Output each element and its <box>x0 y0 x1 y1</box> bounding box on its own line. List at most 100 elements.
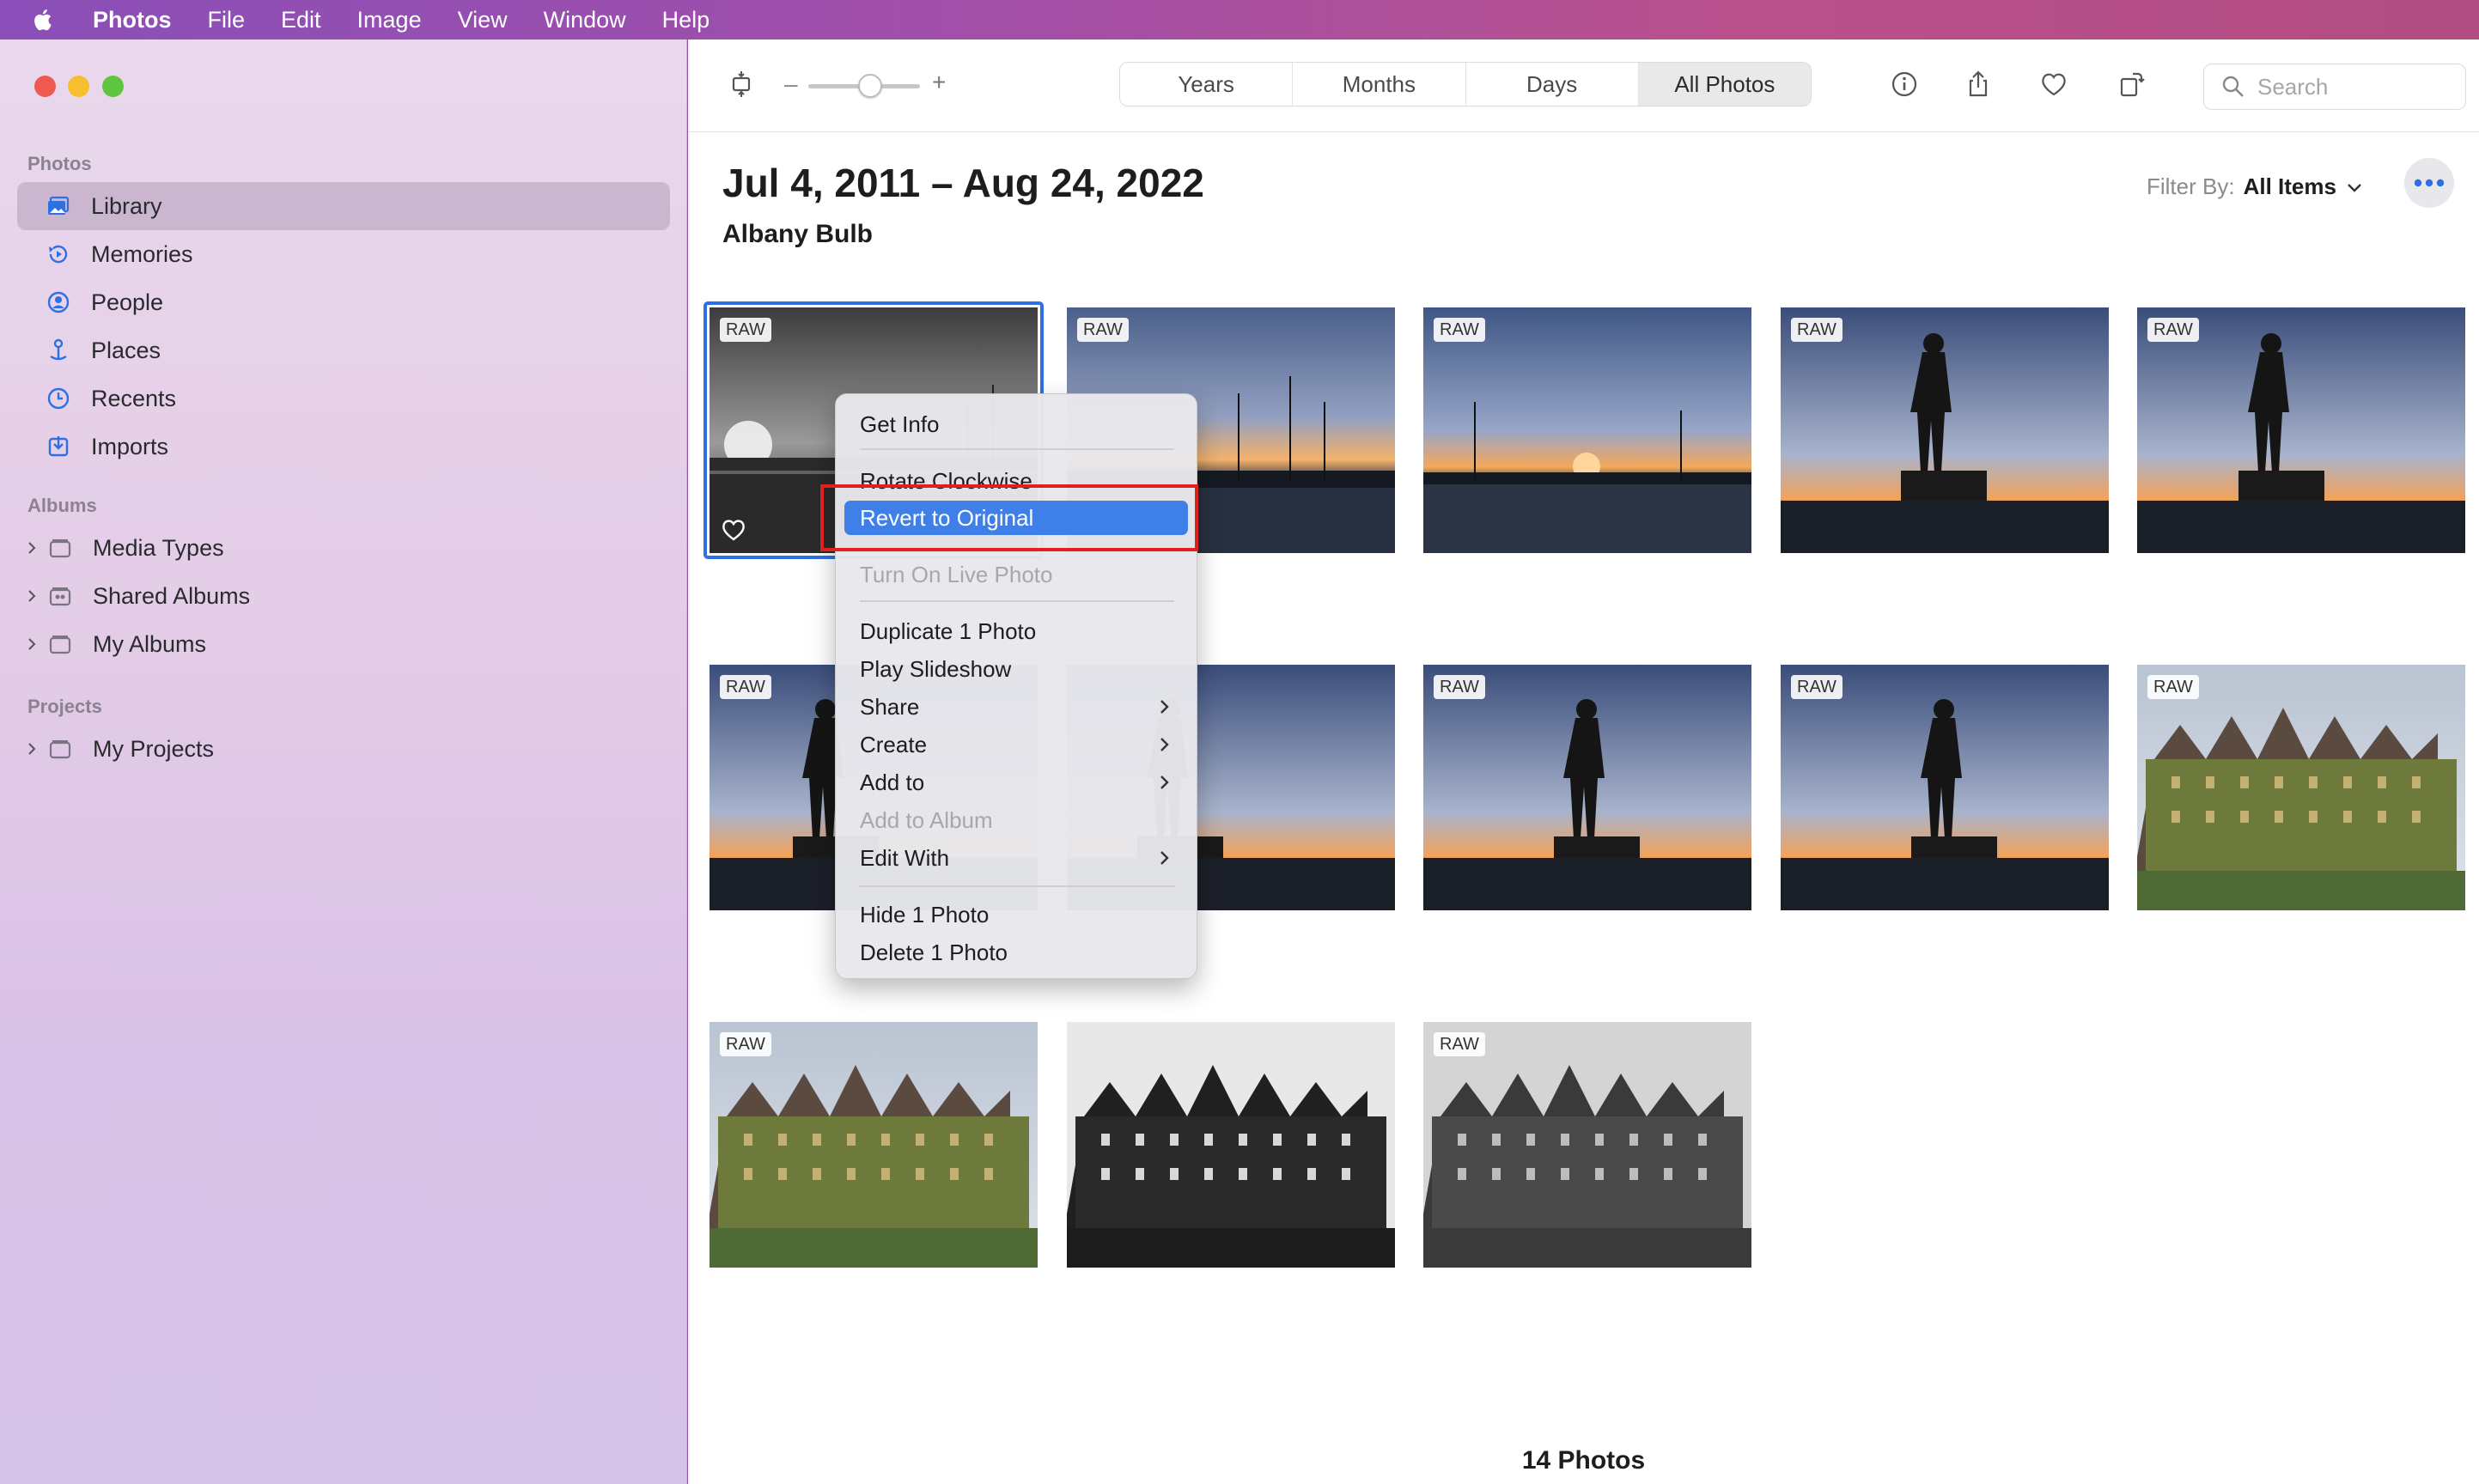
menu-item-create[interactable]: Create <box>844 727 1188 762</box>
folder-icon <box>46 534 74 562</box>
menu-item-label: Delete 1 Photo <box>860 939 1008 965</box>
sidebar-item-label: Library <box>91 192 162 219</box>
menu-item-label: Edit With <box>860 844 950 871</box>
menu-item-play-slideshow[interactable]: Play Slideshow <box>844 652 1188 686</box>
menu-item-get-info[interactable]: Get Info <box>844 407 1188 441</box>
statue-silhouette-image <box>1423 665 1751 910</box>
photo-thumbnail[interactable]: RAW <box>1423 1022 1751 1268</box>
menu-item-duplicate[interactable]: Duplicate 1 Photo <box>844 614 1188 648</box>
raw-badge: RAW <box>2147 675 2199 699</box>
filter-label: Filter By: <box>2147 173 2235 199</box>
menu-item-hide[interactable]: Hide 1 Photo <box>844 897 1188 932</box>
more-options-button[interactable] <box>2404 158 2454 208</box>
rotate-icon[interactable] <box>2112 65 2150 103</box>
slideshow-toggle-icon[interactable] <box>722 65 760 103</box>
menu-edit[interactable]: Edit <box>281 7 321 33</box>
tab-years[interactable]: Years <box>1120 63 1294 106</box>
sidebar-item-label: Shared Albums <box>93 582 251 609</box>
share-icon[interactable] <box>1959 65 1997 103</box>
toolbar: – + Years Months Days All Photos Search <box>688 40 2479 132</box>
page-title: Jul 4, 2011 – Aug 24, 2022 <box>722 161 1204 205</box>
photo-thumbnail[interactable]: RAW <box>1423 665 1751 910</box>
tab-all-photos[interactable]: All Photos <box>1638 63 1811 106</box>
chevron-right-icon <box>1160 700 1169 714</box>
menu-item-add-to[interactable]: Add to <box>844 765 1188 800</box>
raw-badge: RAW <box>720 1032 771 1056</box>
apple-menu-icon[interactable] <box>31 7 57 33</box>
search-input[interactable]: Search <box>2203 64 2466 110</box>
raw-badge: RAW <box>1434 675 1485 699</box>
menu-item-delete[interactable]: Delete 1 Photo <box>844 935 1188 970</box>
sidebar-item-shared-albums[interactable]: Shared Albums <box>17 572 670 620</box>
menu-separator <box>860 448 1174 450</box>
raw-badge: RAW <box>1434 318 1485 342</box>
search-icon <box>2222 76 2244 97</box>
menu-item-label: Create <box>860 731 928 757</box>
folder-icon <box>46 735 74 763</box>
sidebar-item-label: Memories <box>91 240 193 267</box>
chevron-right-icon[interactable] <box>24 588 40 604</box>
zoom-slider-knob[interactable] <box>857 74 882 98</box>
photos-window: Photos Library Memories People Places Re… <box>0 40 2479 1484</box>
sidebar-item-label: Recents <box>91 385 177 411</box>
menu-item-edit-with[interactable]: Edit With <box>844 841 1188 875</box>
people-icon <box>45 289 72 316</box>
menu-window[interactable]: Window <box>544 7 626 33</box>
menu-item-label: Turn On Live Photo <box>860 561 1053 587</box>
chevron-right-icon[interactable] <box>24 540 40 556</box>
photo-thumbnail[interactable]: RAW <box>2137 307 2465 553</box>
folder-icon <box>46 630 74 658</box>
sidebar-section-albums: Albums <box>27 495 97 516</box>
sidebar-item-recents[interactable]: Recents <box>17 374 670 423</box>
zoom-in-button[interactable]: + <box>932 69 946 96</box>
filter-dropdown[interactable]: Filter By: All Items <box>2147 173 2364 200</box>
photo-thumbnail[interactable] <box>1067 1022 1395 1268</box>
ellipsis-icon <box>2414 179 2445 187</box>
context-menu: Get Info Rotate Clockwise Revert to Orig… <box>835 393 1197 979</box>
view-segmented-control: Years Months Days All Photos <box>1119 62 1812 106</box>
photo-thumbnail[interactable]: RAW <box>1781 307 2109 553</box>
raw-badge: RAW <box>720 675 771 699</box>
page-subtitle: Albany Bulb <box>722 220 874 248</box>
favorite-heart-icon[interactable] <box>2035 65 2073 103</box>
photo-thumbnail[interactable]: RAW <box>1781 665 2109 910</box>
statue-silhouette-image <box>2137 307 2465 553</box>
chevron-right-icon[interactable] <box>24 741 40 757</box>
shared-folder-icon <box>46 582 74 610</box>
sidebar-item-media-types[interactable]: Media Types <box>17 524 670 572</box>
sidebar-item-my-albums[interactable]: My Albums <box>17 620 670 668</box>
minimize-window-button[interactable] <box>68 76 89 97</box>
imports-icon <box>45 433 72 460</box>
menu-image[interactable]: Image <box>357 7 422 33</box>
menu-help[interactable]: Help <box>662 7 710 33</box>
menu-item-share[interactable]: Share <box>844 690 1188 724</box>
tab-months[interactable]: Months <box>1293 63 1466 106</box>
chevron-right-icon <box>1160 738 1169 751</box>
sidebar-item-label: Media Types <box>93 534 224 561</box>
sidebar-item-imports[interactable]: Imports <box>17 423 670 471</box>
photo-thumbnail[interactable]: RAW <box>2137 665 2465 910</box>
info-icon[interactable] <box>1885 65 1923 103</box>
close-window-button[interactable] <box>34 76 56 97</box>
sidebar-item-memories[interactable]: Memories <box>17 230 670 278</box>
sidebar-item-library[interactable]: Library <box>17 182 670 230</box>
zoom-out-button[interactable]: – <box>784 70 798 98</box>
photo-thumbnail[interactable]: RAW <box>710 1022 1038 1268</box>
menu-file[interactable]: File <box>208 7 246 33</box>
menu-item-label: Hide 1 Photo <box>860 901 990 928</box>
photo-count: 14 Photos <box>1521 1446 1646 1475</box>
empress-hotel-bw-image <box>1423 1022 1751 1268</box>
menu-view[interactable]: View <box>458 7 508 33</box>
empress-hotel-image <box>710 1022 1038 1268</box>
chevron-right-icon[interactable] <box>24 636 40 652</box>
tab-days[interactable]: Days <box>1466 63 1639 106</box>
menu-photos[interactable]: Photos <box>93 7 172 33</box>
chevron-right-icon <box>1160 775 1169 789</box>
search-placeholder: Search <box>2257 73 2329 100</box>
sidebar-item-my-projects[interactable]: My Projects <box>17 725 670 773</box>
zoom-window-button[interactable] <box>102 76 124 97</box>
sidebar-item-places[interactable]: Places <box>17 326 670 374</box>
sidebar-item-people[interactable]: People <box>17 278 670 326</box>
filter-value: All Items <box>2243 173 2336 199</box>
photo-thumbnail[interactable]: RAW <box>1423 307 1751 553</box>
